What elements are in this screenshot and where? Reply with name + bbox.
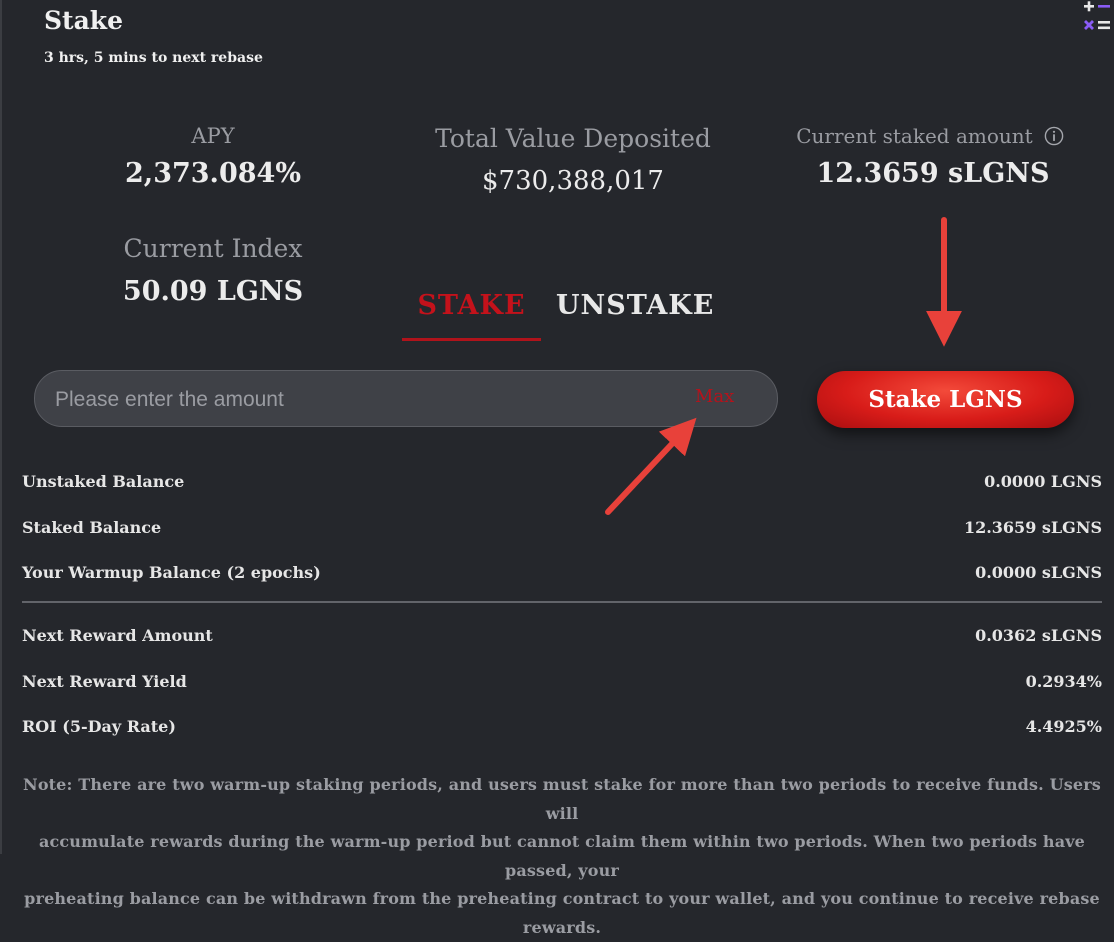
rebase-countdown: 3 hrs, 5 mins to next rebase xyxy=(44,50,263,66)
current-index-value: 50.09 LGNS xyxy=(122,276,304,307)
page-title: Stake xyxy=(44,6,124,35)
calculator-icon[interactable] xyxy=(1080,0,1114,34)
max-button[interactable]: Max xyxy=(695,386,734,407)
amount-input[interactable] xyxy=(53,371,677,428)
note-line: Note: There are two warm-up staking peri… xyxy=(23,775,1101,823)
current-staked-label: Current staked amount xyxy=(796,124,1033,148)
unstaked-balance-value: 0.0000 LGNS xyxy=(984,472,1102,491)
note-line: preheating balance can be withdrawn from… xyxy=(24,889,1100,937)
section-divider xyxy=(22,601,1102,603)
warmup-balance-label: Your Warmup Balance (2 epochs) xyxy=(22,563,321,582)
arrow-to-max-button xyxy=(605,417,697,515)
current-staked-header: Current staked amount xyxy=(790,124,1070,148)
current-index-label: Current Index xyxy=(123,234,303,263)
total-value-deposited-value: $730,388,017 xyxy=(482,166,664,196)
left-edge-border xyxy=(0,0,2,854)
roi-label: ROI (5-Day Rate) xyxy=(22,717,176,736)
apy-value: 2,373.084% xyxy=(125,158,301,189)
warmup-balance-value: 0.0000 sLGNS xyxy=(975,563,1102,582)
warmup-note: Note: There are two warm-up staking peri… xyxy=(18,771,1106,942)
unstaked-balance-label: Unstaked Balance xyxy=(22,472,185,491)
apy-label: APY xyxy=(191,124,235,148)
staked-balance-label: Staked Balance xyxy=(22,518,162,537)
tab-unstake[interactable]: UNSTAKE xyxy=(556,290,713,321)
stake-lgns-button[interactable]: Stake LGNS xyxy=(817,371,1074,428)
info-icon[interactable] xyxy=(1044,126,1064,146)
next-reward-yield-label: Next Reward Yield xyxy=(22,672,187,691)
note-line: accumulate rewards during the warm-up pe… xyxy=(39,832,1085,880)
active-tab-indicator xyxy=(402,338,541,341)
next-reward-amount-value: 0.0362 sLGNS xyxy=(975,626,1102,645)
tab-stake[interactable]: STAKE xyxy=(402,290,541,321)
amount-input-container: Max xyxy=(34,370,778,428)
next-reward-yield-value: 0.2934% xyxy=(1025,672,1102,691)
next-reward-amount-label: Next Reward Amount xyxy=(22,626,213,645)
total-value-deposited-label: Total Value Deposited xyxy=(435,124,711,153)
current-staked-value: 12.3659 sLGNS xyxy=(816,158,1050,189)
staked-balance-value: 12.3659 sLGNS xyxy=(963,518,1102,537)
roi-value: 4.4925% xyxy=(1025,717,1102,736)
